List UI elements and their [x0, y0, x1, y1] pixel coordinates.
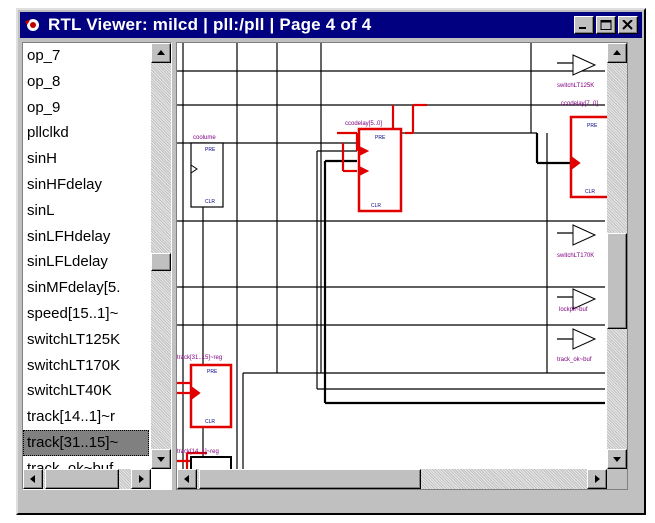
svg-text:PRE: PRE	[207, 369, 218, 375]
title-bar[interactable]: RTL Viewer: milcd | pll:/pll | Page 4 of…	[20, 12, 642, 38]
arrow-left-icon	[30, 475, 35, 483]
svg-text:CLR: CLR	[205, 199, 215, 205]
switchLT125K-buffer[interactable]	[572, 54, 597, 76]
close-icon	[622, 20, 633, 30]
maximize-icon	[600, 20, 612, 30]
list-horizontal-scrollbar[interactable]	[23, 469, 151, 489]
list-item[interactable]: track[14..1]~r	[23, 404, 149, 430]
list-scroll-down-button[interactable]	[151, 449, 171, 469]
track-ok-buffer[interactable]	[572, 328, 597, 350]
list-scroll-up-button[interactable]	[151, 43, 171, 63]
track-14-label: track[14..1]~reg	[177, 449, 219, 455]
canvas-scroll-right-button[interactable]	[587, 469, 607, 489]
canvas-horizontal-scrollbar[interactable]	[177, 469, 607, 489]
ccodelay2-register[interactable]	[569, 115, 607, 199]
list-item[interactable]: sinH	[23, 146, 149, 172]
coolume-label: coolume	[193, 135, 216, 141]
list-vertical-scrollbar[interactable]	[151, 43, 171, 469]
list-item[interactable]: op_9	[23, 95, 149, 121]
canvas-vscroll-thumb[interactable]	[607, 233, 627, 329]
list-item[interactable]: sinLFLdelay	[23, 249, 149, 275]
svg-text:PRE: PRE	[587, 123, 598, 129]
canvas-scroll-up-button[interactable]	[607, 43, 627, 63]
arrow-right-icon	[595, 475, 600, 483]
svg-text:switchLT125K: switchLT125K	[557, 83, 594, 89]
list-scroll-thumb[interactable]	[151, 253, 171, 271]
minimize-button[interactable]	[574, 16, 594, 34]
svg-text:CLR: CLR	[585, 189, 595, 195]
canvas-hscroll-thumb[interactable]	[199, 469, 421, 489]
canvas-scroll-left-button[interactable]	[177, 469, 197, 489]
list-item[interactable]: switchLT125K	[23, 327, 149, 353]
list-item[interactable]: sinL	[23, 198, 149, 224]
track-31-label: track[31..15]~reg	[177, 355, 222, 361]
canvas-scroll-down-button[interactable]	[607, 449, 627, 469]
list-item[interactable]: switchLT170K	[23, 353, 149, 379]
schematic-drawing: coolume PRE CLR ccodelay[5..0] PRE CLR c…	[177, 43, 607, 469]
arrow-down-icon	[613, 457, 621, 462]
window-title: RTL Viewer: milcd | pll:/pll | Page 4 of…	[48, 15, 372, 34]
maximize-button[interactable]	[596, 16, 616, 34]
svg-text:track_ok~buf: track_ok~buf	[557, 357, 592, 363]
list-item[interactable]: speed[15..1]~	[23, 301, 149, 327]
close-button[interactable]	[618, 16, 638, 34]
list-item[interactable]: op_8	[23, 69, 149, 95]
list-item[interactable]: switchLT40K	[23, 378, 149, 404]
ccodelay-label: ccodelay[5..0]	[345, 121, 382, 127]
svg-text:lockpll~buf: lockpll~buf	[559, 307, 588, 313]
switchLT170K-buffer[interactable]	[572, 224, 597, 246]
svg-text:PRE: PRE	[375, 135, 386, 141]
arrow-right-icon	[139, 475, 144, 483]
list-scroll-right-button[interactable]	[131, 469, 151, 489]
canvas-vertical-scrollbar[interactable]	[607, 43, 627, 469]
schematic-canvas[interactable]: coolume PRE CLR ccodelay[5..0] PRE CLR c…	[176, 42, 628, 490]
list-item[interactable]: sinLFHdelay	[23, 224, 149, 250]
list-item[interactable]: track[31..15]~	[23, 429, 149, 456]
arrow-down-icon	[157, 457, 165, 462]
list-hscroll-thumb[interactable]	[45, 469, 119, 489]
signal-list[interactable]: op_7 op_8 op_9 pllclkd sinH sinHFdelay sinL sin…	[22, 42, 172, 490]
list-item[interactable]: op_7	[23, 43, 149, 69]
ccodelay2-label: ccodelay[7..0]	[561, 101, 598, 107]
list-scroll-left-button[interactable]	[23, 469, 43, 489]
list-item[interactable]: pllclkd	[23, 120, 149, 146]
list-item[interactable]: sinHFdelay	[23, 172, 149, 198]
lockpll-buffer[interactable]	[572, 288, 597, 310]
scroll-corner	[607, 469, 627, 489]
arrow-up-icon	[157, 50, 165, 55]
svg-text:CLR: CLR	[371, 203, 381, 209]
rtl-viewer-window: RTL Viewer: milcd | pll:/pll | Page 4 of…	[16, 8, 646, 515]
arrow-left-icon	[184, 475, 189, 483]
svg-text:CLR: CLR	[205, 419, 215, 425]
signal-list-items: op_7 op_8 op_9 pllclkd sinH sinHFdelay sinL sin…	[23, 43, 149, 482]
app-icon	[25, 19, 39, 31]
svg-text:PRE: PRE	[205, 147, 216, 153]
list-item[interactable]: sinMFdelay[5.	[23, 275, 149, 301]
minimize-icon	[579, 27, 586, 29]
arrow-up-icon	[613, 50, 621, 55]
svg-text:switchLT170K: switchLT170K	[557, 253, 594, 259]
